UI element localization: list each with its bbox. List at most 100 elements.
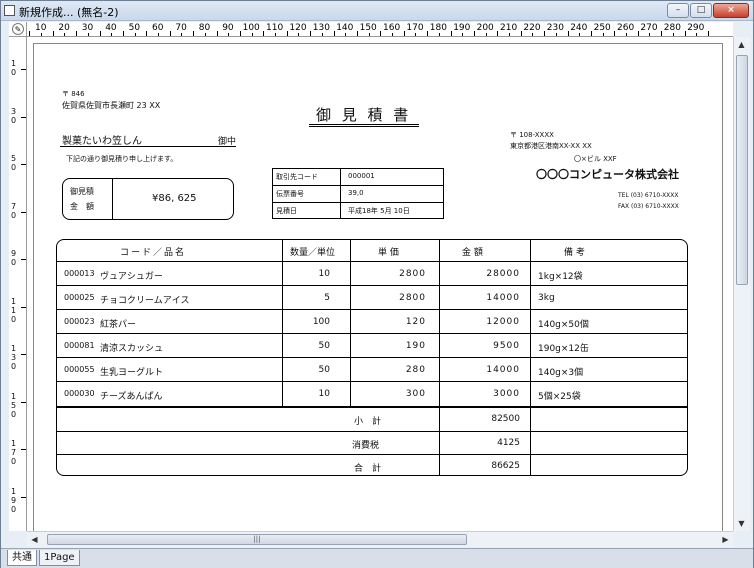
ruler-label: 100	[242, 23, 260, 33]
ruler-label: 120	[289, 23, 307, 33]
close-button[interactable]: ×	[713, 3, 749, 18]
ruler-label: 220	[523, 23, 541, 33]
company-postal: 〒 108-XXXX	[510, 131, 554, 139]
row-price: 300	[405, 389, 426, 399]
ruler-label: 1 3 0	[11, 344, 17, 371]
tab-page-1[interactable]: 1Page	[39, 550, 80, 566]
company-fax: FAX (03) 6710-XXXX	[618, 203, 679, 210]
title-bar[interactable]: 新規作成... (無名-2) – □ ×	[1, 1, 753, 21]
row-qty: 10	[318, 389, 330, 399]
document-icon	[4, 5, 15, 16]
row-note: 140g×3個	[538, 368, 584, 378]
form-page[interactable]: 〒 846 佐賀県佐賀市長瀬町 23 XX 御 見 積 書 製菓たいわ笠しん 御…	[33, 43, 723, 531]
info-value-customer-code: 000001	[348, 172, 375, 180]
ruler-tick	[29, 31, 31, 36]
ruler-tick	[380, 31, 382, 36]
total-amount-box[interactable]	[62, 178, 234, 220]
horizontal-scrollbar[interactable]: ◀ ||| ▶	[27, 531, 733, 547]
ruler-tick	[239, 31, 241, 36]
customer-name[interactable]: 製菓たいわ笠しん	[62, 132, 142, 147]
ruler-tick	[21, 401, 26, 403]
ruler-tick	[216, 31, 218, 36]
ruler-label: 180	[429, 23, 447, 33]
total-label-1: 御見積	[70, 187, 94, 196]
ruler-tick	[672, 33, 674, 36]
row-note: 140g×50個	[538, 320, 589, 330]
row-qty: 50	[318, 365, 330, 375]
header-note: 備 考	[564, 248, 585, 258]
table-row-line	[56, 333, 688, 334]
row-amount: 28000	[486, 269, 520, 279]
row-name: ヴュアシュガー	[100, 272, 163, 282]
row-qty: 50	[318, 341, 330, 351]
ruler-tick	[544, 31, 546, 36]
ruler-tick	[579, 33, 581, 36]
ruler-label: 7 0	[11, 201, 17, 220]
ruler-tick	[532, 33, 534, 36]
ruler-tick	[298, 33, 300, 36]
ruler-label: 20	[58, 23, 70, 33]
row-code: 000081	[64, 341, 95, 350]
ruler-label: 90	[222, 23, 234, 33]
ruler-label: 240	[570, 23, 588, 33]
ruler-corner[interactable]: ✎	[9, 22, 27, 37]
ruler-tick	[602, 33, 604, 36]
document-title[interactable]: 御 見 積 書	[316, 104, 411, 125]
scroll-left-icon[interactable]: ◀	[27, 532, 42, 547]
ruler-tick	[21, 449, 26, 450]
ruler-tick	[111, 33, 113, 36]
scroll-up-icon[interactable]: ▲	[734, 37, 749, 52]
ruler-tick	[21, 259, 26, 260]
tab-common[interactable]: 共通	[7, 550, 37, 566]
horizontal-scroll-thumb[interactable]: |||	[47, 534, 467, 545]
row-note: 190g×12缶	[538, 344, 589, 354]
row-code: 000055	[64, 365, 95, 374]
ruler-tick	[614, 31, 616, 36]
ruler-tick	[181, 33, 183, 36]
ruler-label: 130	[312, 23, 330, 33]
vertical-ruler: 1 0 3 0 5 0 7 0 9 0 1 1 0 1 3 0 1 5 0 1 7 0 1 9 0	[9, 37, 27, 531]
ruler-label: 150	[359, 23, 377, 33]
row-amount: 3000	[493, 389, 520, 399]
ruler-label: 140	[336, 23, 354, 33]
ruler-tick	[251, 33, 253, 36]
grand-total-label: 合 計	[354, 464, 382, 474]
row-amount: 9500	[493, 341, 520, 351]
minimize-button[interactable]: –	[667, 3, 689, 18]
row-price: 280	[405, 365, 426, 375]
row-amount: 14000	[486, 293, 520, 303]
ruler-label: 190	[453, 23, 471, 33]
intro-text: 下記の通り御見積り申し上げます。	[66, 155, 178, 163]
scroll-right-icon[interactable]: ▶	[718, 532, 733, 547]
ruler-tick	[661, 31, 663, 36]
subtotal-value: 82500	[491, 414, 520, 424]
ruler-tick	[134, 33, 136, 36]
header-price: 単 価	[378, 248, 399, 258]
row-note: 1kg×12袋	[538, 272, 583, 282]
ruler-label: 30	[81, 23, 94, 33]
subtotal-label: 小 計	[354, 417, 382, 427]
row-code: 000030	[64, 389, 95, 398]
row-code: 000025	[64, 293, 95, 302]
header-qty: 数量／単位	[290, 248, 336, 258]
ruler-tick	[87, 33, 89, 36]
table-header-line	[56, 261, 688, 262]
ruler-tick	[520, 31, 522, 36]
scroll-down-icon[interactable]: ▼	[734, 516, 749, 531]
table-row-line	[56, 357, 688, 358]
row-price: 120	[405, 317, 426, 327]
company-name[interactable]: 〇〇〇コンピュータ株式会社	[536, 166, 679, 182]
info-label-customer-code: 取引先コード	[276, 173, 318, 181]
ruler-tick	[122, 31, 124, 36]
ruler-tick	[567, 31, 569, 36]
ruler-label: 3 0	[11, 106, 17, 125]
info-row-line-2	[272, 202, 444, 203]
vertical-scrollbar[interactable]: ▲ ▼	[733, 37, 750, 531]
design-canvas[interactable]: 〒 846 佐賀県佐賀市長瀬町 23 XX 御 見 積 書 製菓たいわ笠しん 御…	[27, 37, 733, 531]
tax-value: 4125	[497, 438, 520, 448]
ruler-tick	[415, 33, 417, 36]
maximize-button[interactable]: □	[690, 3, 712, 18]
vertical-scroll-thumb[interactable]	[736, 55, 748, 285]
title-underline-2	[309, 126, 419, 127]
info-value-estimate-date: 平成18年 5月 10日	[348, 207, 410, 215]
